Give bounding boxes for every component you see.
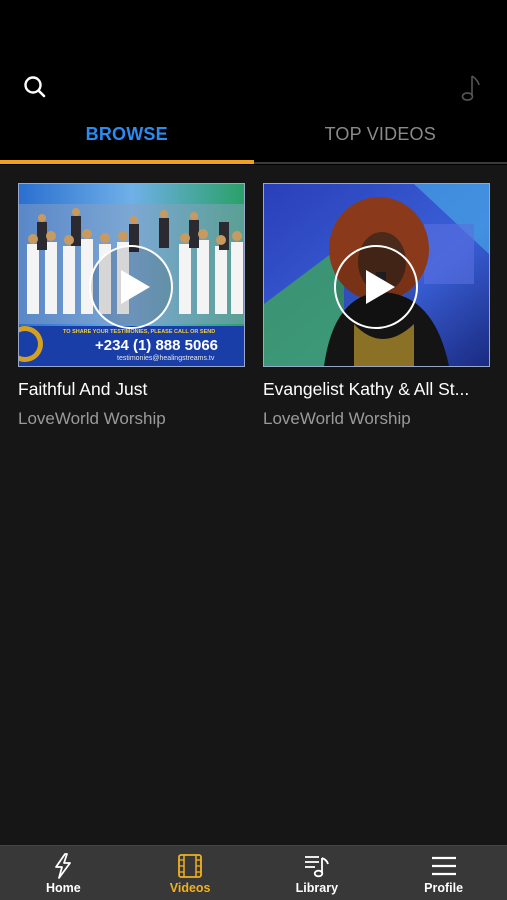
lightning-icon: [55, 853, 72, 879]
play-icon[interactable]: [333, 244, 419, 330]
thumbnail-phone: +234 (1) 888 5066: [95, 337, 219, 354]
video-card[interactable]: TO SHARE YOUR TESTIMONIES, PLEASE CALL O…: [18, 183, 245, 429]
tab-bar: BROWSE TOP VIDEOS: [0, 118, 507, 164]
tab-top-videos[interactable]: TOP VIDEOS: [254, 118, 507, 164]
app-root: BROWSE TOP VIDEOS TO SHARE YOUR TESTIMON…: [0, 0, 507, 900]
search-icon[interactable]: [22, 74, 48, 100]
active-tab-indicator: [0, 160, 254, 164]
video-card[interactable]: Evangelist Kathy & All St... LoveWorld W…: [263, 183, 490, 429]
nav-label: Library: [295, 881, 339, 895]
playlist-icon: [304, 856, 329, 878]
nav-home[interactable]: Home: [0, 846, 127, 900]
nav-label: Home: [46, 881, 81, 895]
top-header: BROWSE TOP VIDEOS: [0, 0, 507, 165]
menu-icon: [431, 856, 456, 876]
nav-profile[interactable]: Profile: [380, 846, 507, 900]
thumbnail-email: testimonies@healingstreams.tv: [117, 355, 215, 362]
music-note-icon[interactable]: [456, 72, 484, 104]
nav-label: Profile: [424, 881, 464, 895]
bottom-nav: Home Videos Library Profile: [0, 845, 507, 900]
nav-videos[interactable]: Videos: [127, 846, 254, 900]
video-thumbnail[interactable]: TO SHARE YOUR TESTIMONIES, PLEASE CALL O…: [18, 183, 245, 367]
nav-library[interactable]: Library: [254, 846, 381, 900]
video-thumbnail[interactable]: [263, 183, 490, 367]
play-icon[interactable]: [88, 244, 174, 330]
nav-label: Videos: [169, 881, 211, 895]
video-title: Evangelist Kathy & All St...: [263, 379, 470, 399]
video-channel: LoveWorld Worship: [18, 409, 166, 428]
video-channel: LoveWorld Worship: [263, 409, 411, 428]
tab-browse[interactable]: BROWSE: [0, 118, 254, 164]
video-title: Faithful And Just: [18, 379, 148, 399]
film-icon: [178, 854, 203, 878]
